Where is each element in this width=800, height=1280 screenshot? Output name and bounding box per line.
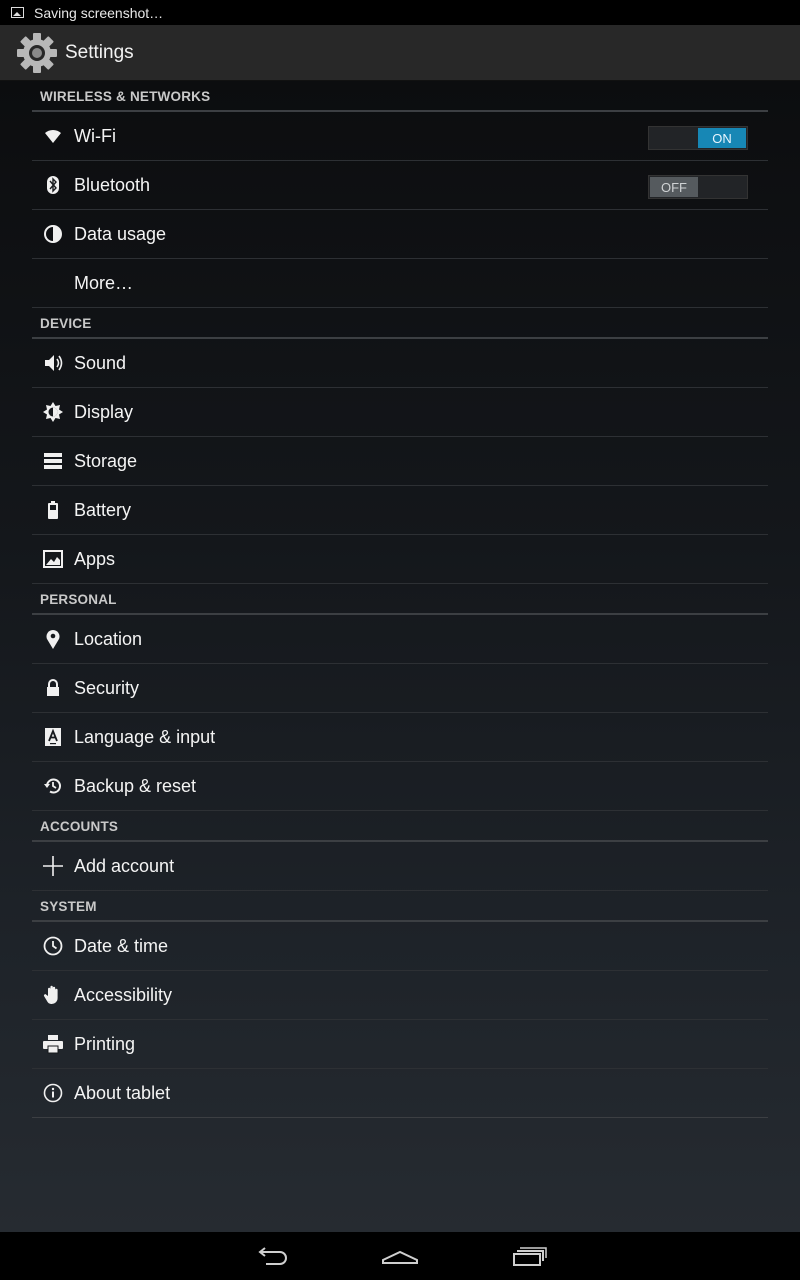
section-header-system: SYSTEM bbox=[32, 891, 768, 922]
brightness-icon bbox=[32, 388, 74, 437]
section-header-wireless: WIRELESS & NETWORKS bbox=[32, 81, 768, 112]
settings-item-label: Battery bbox=[74, 499, 132, 520]
settings-item-printing[interactable]: Printing bbox=[32, 1020, 768, 1069]
data-usage-icon bbox=[32, 210, 74, 259]
settings-item-about[interactable]: About tablet bbox=[32, 1069, 768, 1118]
backup-icon bbox=[32, 762, 74, 811]
settings-item-label: Printing bbox=[74, 1033, 136, 1054]
speaker-icon bbox=[32, 339, 74, 388]
bluetooth-icon bbox=[32, 161, 74, 210]
settings-item-date-time[interactable]: Date & time bbox=[32, 922, 768, 971]
settings-item-apps[interactable]: Apps bbox=[32, 535, 768, 584]
toggle-state: OFF bbox=[650, 177, 698, 197]
location-pin-icon bbox=[32, 615, 74, 664]
plus-icon bbox=[32, 842, 74, 891]
recents-icon bbox=[513, 1247, 547, 1266]
settings-item-label: Data usage bbox=[74, 223, 167, 244]
settings-item-label: Wi-Fi bbox=[74, 125, 116, 146]
settings-item-data-usage[interactable]: Data usage bbox=[32, 210, 768, 259]
storage-icon bbox=[32, 437, 74, 486]
clock-icon bbox=[32, 922, 74, 971]
toggle-state: ON bbox=[698, 128, 746, 148]
wifi-toggle[interactable]: ON bbox=[648, 126, 748, 150]
settings-item-backup[interactable]: Backup & reset bbox=[32, 762, 768, 811]
battery-icon bbox=[32, 486, 74, 535]
back-icon bbox=[258, 1247, 287, 1265]
settings-item-label: Location bbox=[74, 628, 143, 649]
home-button[interactable] bbox=[336, 1232, 464, 1280]
image-icon bbox=[11, 7, 24, 18]
page-title: Settings bbox=[65, 41, 134, 63]
status-bar: Saving screenshot… bbox=[0, 0, 800, 25]
status-notification-text: Saving screenshot… bbox=[34, 4, 164, 21]
language-icon bbox=[32, 713, 74, 762]
settings-item-bluetooth[interactable]: Bluetooth OFF bbox=[32, 161, 768, 210]
apps-icon bbox=[32, 535, 74, 584]
settings-item-wifi[interactable]: Wi-Fi ON bbox=[32, 112, 768, 161]
settings-item-label: Bluetooth bbox=[74, 174, 151, 195]
action-bar: Settings bbox=[0, 25, 800, 81]
lock-icon bbox=[32, 664, 74, 713]
bluetooth-toggle[interactable]: OFF bbox=[648, 175, 748, 199]
settings-item-security[interactable]: Security bbox=[32, 664, 768, 713]
settings-item-label: Accessibility bbox=[74, 984, 173, 1005]
settings-item-battery[interactable]: Battery bbox=[32, 486, 768, 535]
back-button[interactable] bbox=[208, 1232, 336, 1280]
hand-icon bbox=[32, 971, 74, 1020]
section-header-personal: PERSONAL bbox=[32, 584, 768, 615]
settings-item-label: Display bbox=[74, 401, 134, 422]
settings-item-label: Add account bbox=[74, 855, 175, 876]
settings-item-more[interactable]: More… bbox=[32, 259, 768, 308]
settings-item-label: Storage bbox=[74, 450, 138, 471]
settings-item-accessibility[interactable]: Accessibility bbox=[32, 971, 768, 1020]
navigation-bar bbox=[0, 1232, 800, 1280]
wifi-icon bbox=[32, 112, 74, 161]
info-icon bbox=[32, 1069, 74, 1118]
settings-item-label: Sound bbox=[74, 352, 127, 373]
section-header-device: DEVICE bbox=[32, 308, 768, 339]
settings-item-label: Language & input bbox=[74, 726, 216, 747]
settings-list: WIRELESS & NETWORKS Wi-Fi ON Bluetooth O… bbox=[32, 81, 768, 1118]
settings-item-add-account[interactable]: Add account bbox=[32, 842, 768, 891]
home-icon bbox=[382, 1250, 418, 1264]
settings-item-label: Backup & reset bbox=[74, 775, 197, 796]
section-header-accounts: ACCOUNTS bbox=[32, 811, 768, 842]
settings-item-label: About tablet bbox=[74, 1082, 171, 1103]
settings-item-label: Security bbox=[74, 677, 140, 698]
settings-content[interactable]: WIRELESS & NETWORKS Wi-Fi ON Bluetooth O… bbox=[0, 81, 800, 1232]
settings-item-label: More… bbox=[74, 272, 134, 293]
settings-item-label: Date & time bbox=[74, 935, 169, 956]
settings-item-storage[interactable]: Storage bbox=[32, 437, 768, 486]
printer-icon bbox=[32, 1020, 74, 1069]
gear-icon[interactable] bbox=[15, 31, 59, 75]
recents-button[interactable] bbox=[464, 1232, 592, 1280]
settings-item-sound[interactable]: Sound bbox=[32, 339, 768, 388]
settings-item-display[interactable]: Display bbox=[32, 388, 768, 437]
settings-item-language[interactable]: Language & input bbox=[32, 713, 768, 762]
settings-item-location[interactable]: Location bbox=[32, 615, 768, 664]
settings-item-label: Apps bbox=[74, 548, 116, 569]
